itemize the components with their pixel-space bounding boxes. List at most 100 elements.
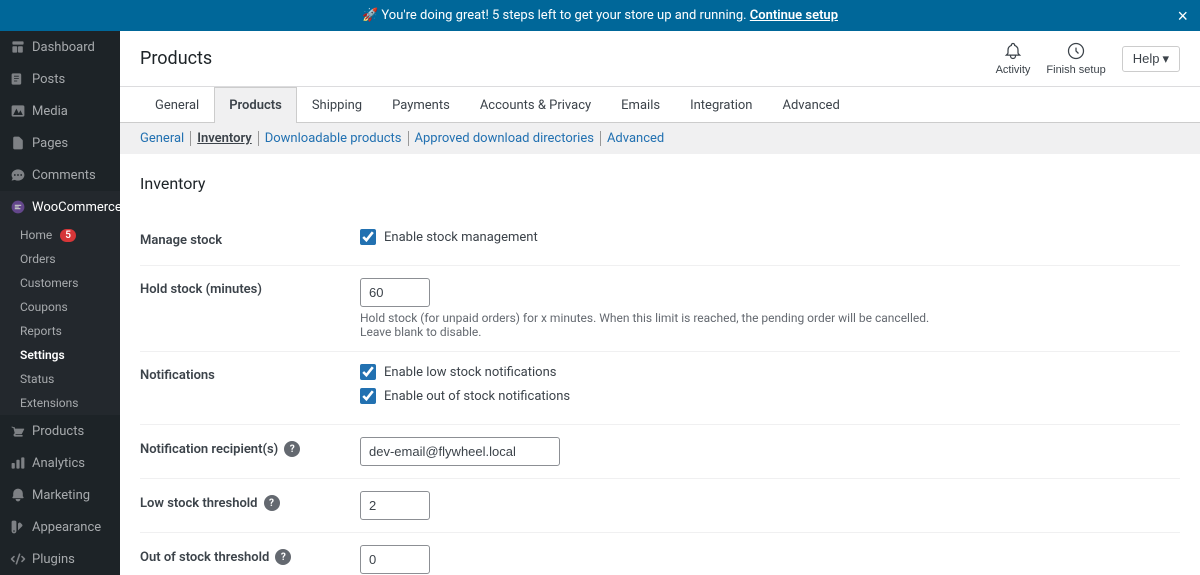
row-notification-recipient: Notification recipient(s) ? xyxy=(140,425,1180,479)
sidebar-item-pages[interactable]: Pages xyxy=(0,127,120,159)
sidebar-item-dashboard[interactable]: Dashboard xyxy=(0,31,120,63)
row-manage-stock: Manage stock Enable stock management xyxy=(140,217,1180,266)
sidebar-item-plugins[interactable]: Plugins xyxy=(0,543,120,575)
sidebar: Dashboard Posts Media Pages Comments Woo… xyxy=(0,31,120,575)
sidebar-sub-reports-label: Reports xyxy=(20,324,62,338)
sidebar-label-plugins: Plugins xyxy=(32,552,75,567)
finish-setup-label: Finish setup xyxy=(1046,64,1105,76)
help-icon-out-of-stock[interactable]: ? xyxy=(275,549,291,565)
activity-label: Activity xyxy=(996,64,1031,76)
finish-setup-button[interactable]: Finish setup xyxy=(1046,41,1105,76)
banner-text: 🚀 You're doing great! 5 steps left to ge… xyxy=(362,8,747,23)
sidebar-label-posts: Posts xyxy=(32,72,65,87)
subnav-general[interactable]: General xyxy=(140,131,191,146)
sidebar-sub-home[interactable]: Home 5 xyxy=(0,223,120,247)
woocommerce-submenu: Home 5 Orders Customers Coupons Reports … xyxy=(0,223,120,415)
sidebar-item-analytics[interactable]: Analytics xyxy=(0,447,120,479)
tab-integration[interactable]: Integration xyxy=(675,87,767,123)
sidebar-sub-extensions-label: Extensions xyxy=(20,396,78,410)
hold-stock-input[interactable] xyxy=(360,278,430,307)
sidebar-sub-reports[interactable]: Reports xyxy=(0,319,120,343)
tab-advanced[interactable]: Advanced xyxy=(767,87,854,123)
help-icon-low-stock[interactable]: ? xyxy=(264,495,280,511)
tab-general[interactable]: General xyxy=(140,87,214,123)
sidebar-item-woocommerce[interactable]: WooCommerce xyxy=(0,191,120,223)
label-notification-recipient: Notification recipient(s) xyxy=(140,442,278,457)
row-notifications: Notifications Enable low stock notificat… xyxy=(140,352,1180,425)
low-stock-notification-label: Enable low stock notifications xyxy=(384,365,556,380)
help-chevron-icon: ▾ xyxy=(1162,51,1169,67)
banner-close[interactable]: × xyxy=(1177,7,1188,25)
low-stock-notification-row: Enable low stock notifications xyxy=(360,364,1180,380)
sidebar-item-products[interactable]: Products xyxy=(0,415,120,447)
row-low-stock-threshold: Low stock threshold ? xyxy=(140,479,1180,533)
label-manage-stock: Manage stock xyxy=(140,233,222,248)
out-of-stock-threshold-input[interactable] xyxy=(360,545,430,574)
sidebar-sub-orders[interactable]: Orders xyxy=(0,247,120,271)
manage-stock-checkbox-label: Enable stock management xyxy=(384,230,538,245)
sidebar-sub-settings[interactable]: Settings xyxy=(0,343,120,367)
tab-shipping[interactable]: Shipping xyxy=(297,87,377,123)
sidebar-label-comments: Comments xyxy=(32,168,96,183)
help-icon-recipient[interactable]: ? xyxy=(284,441,300,457)
notification-recipient-input[interactable] xyxy=(360,437,560,466)
tab-payments[interactable]: Payments xyxy=(377,87,465,123)
settings-form-table: Manage stock Enable stock management xyxy=(140,217,1180,575)
out-of-stock-notification-checkbox[interactable] xyxy=(360,388,376,404)
sidebar-sub-status-label: Status xyxy=(20,372,54,386)
settings-tabs: General Products Shipping Payments Accou… xyxy=(120,87,1200,123)
out-of-stock-notification-row: Enable out of stock notifications xyxy=(360,388,1180,404)
sidebar-sub-coupons[interactable]: Coupons xyxy=(0,295,120,319)
low-stock-notification-checkbox[interactable] xyxy=(360,364,376,380)
sidebar-label-media: Media xyxy=(32,104,68,119)
sidebar-sub-coupons-label: Coupons xyxy=(20,300,68,314)
hold-stock-help: Hold stock (for unpaid orders) for x min… xyxy=(360,311,960,339)
form-content: Inventory Manage stock Enable stock mana… xyxy=(120,154,1200,575)
main-content: General Products Shipping Payments Accou… xyxy=(120,87,1200,575)
sidebar-label-pages: Pages xyxy=(32,136,68,151)
activity-button[interactable]: Activity xyxy=(996,41,1031,76)
sidebar-label-woocommerce: WooCommerce xyxy=(32,200,120,215)
sidebar-label-appearance: Appearance xyxy=(32,520,101,535)
sidebar-label-dashboard: Dashboard xyxy=(32,40,95,55)
subnav-approved-dirs[interactable]: Approved download directories xyxy=(409,131,601,146)
tab-products[interactable]: Products xyxy=(214,87,297,123)
home-badge: 5 xyxy=(60,229,76,242)
subnav-advanced[interactable]: Advanced xyxy=(601,131,670,146)
low-stock-threshold-input[interactable] xyxy=(360,491,430,520)
sidebar-item-marketing[interactable]: Marketing xyxy=(0,479,120,511)
sidebar-sub-home-label: Home xyxy=(20,228,52,242)
top-bar: Products Activity Finish setup Help ▾ xyxy=(120,31,1200,87)
page-title: Products xyxy=(140,48,212,69)
top-bar-actions: Activity Finish setup Help ▾ xyxy=(996,41,1180,76)
sidebar-item-media[interactable]: Media xyxy=(0,95,120,127)
label-hold-stock: Hold stock (minutes) xyxy=(140,282,262,297)
manage-stock-checkbox-row: Enable stock management xyxy=(360,229,1180,245)
out-of-stock-notification-label: Enable out of stock notifications xyxy=(384,389,570,404)
sidebar-sub-extensions[interactable]: Extensions xyxy=(0,391,120,415)
help-label: Help xyxy=(1133,51,1160,66)
label-notifications: Notifications xyxy=(140,368,215,383)
sidebar-sub-customers[interactable]: Customers xyxy=(0,271,120,295)
sidebar-sub-orders-label: Orders xyxy=(20,252,56,266)
sidebar-item-comments[interactable]: Comments xyxy=(0,159,120,191)
tab-accounts-privacy[interactable]: Accounts & Privacy xyxy=(465,87,606,123)
help-button[interactable]: Help ▾ xyxy=(1122,46,1180,72)
sidebar-sub-status[interactable]: Status xyxy=(0,367,120,391)
top-banner: 🚀 You're doing great! 5 steps left to ge… xyxy=(0,0,1200,31)
sidebar-sub-customers-label: Customers xyxy=(20,276,78,290)
sidebar-label-products: Products xyxy=(32,424,84,439)
banner-link[interactable]: Continue setup xyxy=(750,8,838,23)
row-hold-stock: Hold stock (minutes) Hold stock (for unp… xyxy=(140,266,1180,352)
sidebar-item-appearance[interactable]: Appearance xyxy=(0,511,120,543)
tab-emails[interactable]: Emails xyxy=(606,87,675,123)
subnav-inventory[interactable]: Inventory xyxy=(191,131,259,146)
subnav-downloadable[interactable]: Downloadable products xyxy=(259,131,409,146)
label-out-of-stock-threshold: Out of stock threshold xyxy=(140,550,269,565)
sidebar-sub-settings-label: Settings xyxy=(20,348,65,362)
manage-stock-checkbox[interactable] xyxy=(360,229,376,245)
sidebar-label-marketing: Marketing xyxy=(32,488,90,503)
sidebar-item-posts[interactable]: Posts xyxy=(0,63,120,95)
section-title: Inventory xyxy=(140,174,1180,201)
sub-nav: General Inventory Downloadable products … xyxy=(120,123,1200,154)
